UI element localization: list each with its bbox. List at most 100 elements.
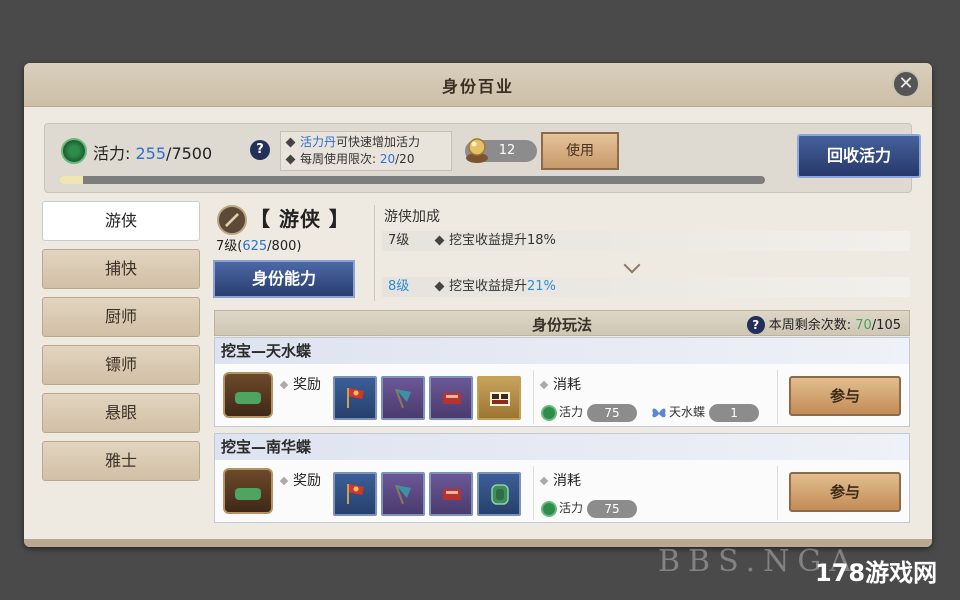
- activity-title: 挖宝—南华蝶: [215, 434, 909, 460]
- close-button[interactable]: ✕: [892, 70, 920, 98]
- energy-progress-bar: [59, 176, 765, 184]
- gold-box-icon[interactable]: [477, 376, 521, 420]
- red-scroll-icon: [443, 489, 461, 500]
- identity-ability-button[interactable]: 身份能力: [213, 260, 355, 298]
- tip-line-2: 每周使用限次: 20/20: [285, 151, 445, 168]
- bonus-current-level: 7级: [388, 233, 410, 248]
- dot-bullet-icon: [539, 380, 549, 390]
- divider: [533, 466, 534, 520]
- cost-energy: 活力 75: [541, 498, 638, 518]
- cost-butterfly: 天水蝶 1: [651, 402, 760, 422]
- blue-flag-icon[interactable]: [381, 472, 425, 516]
- cost-name: 活力: [559, 501, 584, 515]
- green-token-icon[interactable]: [477, 472, 521, 516]
- sidebar-item-scholar[interactable]: 雅士: [42, 441, 200, 481]
- energy-tips: 活力丹可快速增加活力 每周使用限次: 20/20: [280, 131, 452, 171]
- identity-exp-max: /800): [267, 239, 302, 254]
- bonus-next-level: 8级: [388, 279, 410, 294]
- identity-sidebar: 游侠 捕快 厨师 镖师 悬眼 雅士: [42, 201, 202, 489]
- energy-icon: [541, 500, 557, 517]
- energy-icon: [541, 404, 557, 421]
- remaining-current: 70: [855, 318, 872, 333]
- sidebar-item-chef[interactable]: 厨师: [42, 297, 200, 337]
- dot-bullet-icon: [279, 380, 289, 390]
- energy-label-text: 活力:: [93, 144, 131, 163]
- energy-progress-fill: [59, 176, 83, 184]
- bonus-next-text: 挖宝收益提升: [449, 279, 528, 294]
- diamond-bullet-icon: [285, 154, 296, 165]
- sidebar-item-ranger[interactable]: 游侠: [42, 201, 200, 241]
- remaining-max: /105: [871, 318, 901, 333]
- tip-line-1-text: 可快速增加活力: [336, 135, 421, 149]
- gameplay-header: 身份玩法 ? 本周剩余次数: 70/105: [214, 310, 910, 336]
- energy-box: 活力: 255/7500 ? 活力丹可快速增加活力 每周使用限次: 20/20 …: [44, 123, 921, 193]
- energy-pill-item-icon: [466, 138, 488, 163]
- identity-level-prefix: 7级(: [216, 239, 243, 254]
- recycle-energy-button[interactable]: 回收活力: [797, 134, 921, 178]
- tip-item-name: 活力丹: [300, 135, 337, 149]
- panel-header: 身份百业 ✕: [24, 63, 932, 107]
- reward-label-text: 奖励: [293, 473, 321, 489]
- blue-flag-icon: [395, 388, 411, 409]
- cost-name: 天水蝶: [669, 405, 706, 419]
- tip-line-2-text: 每周使用限次:: [300, 152, 380, 166]
- reward-label: 奖励: [279, 374, 321, 394]
- bonus-next-value: 21%: [527, 279, 556, 294]
- join-button[interactable]: 参与: [789, 376, 901, 416]
- identity-level: 7级(625/800): [216, 235, 301, 254]
- cost-label: 消耗: [539, 470, 581, 490]
- dot-bullet-icon: [279, 476, 289, 486]
- join-button[interactable]: 参与: [789, 472, 901, 512]
- divider: [533, 370, 534, 424]
- divider: [777, 370, 778, 424]
- weekly-use-max: /20: [395, 152, 415, 166]
- blue-flag-icon: [395, 484, 411, 505]
- site-watermark: 178游戏网: [815, 559, 938, 587]
- bonus-next-desc: 挖宝收益提升21%: [434, 277, 556, 297]
- bonus-current-text: 挖宝收益提升18%: [449, 233, 556, 248]
- dot-bullet-icon: [539, 476, 549, 486]
- red-scroll-icon[interactable]: [429, 376, 473, 420]
- cost-label-text: 消耗: [553, 377, 581, 393]
- tip-line-1: 活力丹可快速增加活力: [285, 134, 445, 151]
- identity-name: 【 游侠 】: [250, 207, 350, 231]
- diamond-bullet-icon: [434, 235, 445, 246]
- red-flag-icon[interactable]: [333, 376, 377, 420]
- item-count: 12: [498, 143, 516, 158]
- divider: [777, 466, 778, 520]
- sidebar-item-constable[interactable]: 捕快: [42, 249, 200, 289]
- red-flag-icon[interactable]: [333, 472, 377, 516]
- bonus-title: 游侠加成: [384, 209, 440, 225]
- butterfly-icon: [652, 407, 666, 417]
- diamond-bullet-icon: [434, 281, 445, 292]
- bonus-row-next: 8级 挖宝收益提升21%: [382, 277, 910, 297]
- diamond-bullet-icon: [285, 137, 296, 148]
- panel-title: 身份百业: [441, 76, 514, 96]
- red-flag-icon: [347, 484, 364, 504]
- bonus-current-desc: 挖宝收益提升18%: [434, 231, 556, 251]
- cost-name: 活力: [559, 405, 584, 419]
- red-scroll-icon: [443, 393, 461, 404]
- reward-label-text: 奖励: [293, 377, 321, 393]
- green-token-icon: [491, 484, 509, 505]
- treasure-chest-icon: [223, 372, 273, 418]
- use-button[interactable]: 使用: [541, 132, 619, 170]
- blue-flag-icon[interactable]: [381, 376, 425, 420]
- red-flag-icon: [347, 388, 364, 408]
- red-scroll-icon[interactable]: [429, 472, 473, 516]
- remaining-help-icon[interactable]: ?: [746, 316, 765, 334]
- chevron-down-icon: [623, 256, 641, 274]
- cost-value: 1: [709, 403, 760, 422]
- divider: [374, 205, 375, 301]
- weekly-remaining: ? 本周剩余次数: 70/105: [746, 314, 901, 334]
- energy-help-icon[interactable]: ?: [250, 140, 270, 160]
- energy-label: 活力: 255/7500: [93, 140, 212, 164]
- gold-box-icon: [490, 392, 510, 406]
- cost-value: 75: [587, 499, 638, 518]
- activity-card: 挖宝—南华蝶 奖励 消耗 活力 75 参与: [214, 433, 910, 523]
- cost-label: 消耗: [539, 374, 581, 394]
- sidebar-item-escort[interactable]: 镖师: [42, 345, 200, 385]
- cost-label-text: 消耗: [553, 473, 581, 489]
- energy-max: /7500: [166, 144, 213, 163]
- sidebar-item-bounty[interactable]: 悬眼: [42, 393, 200, 433]
